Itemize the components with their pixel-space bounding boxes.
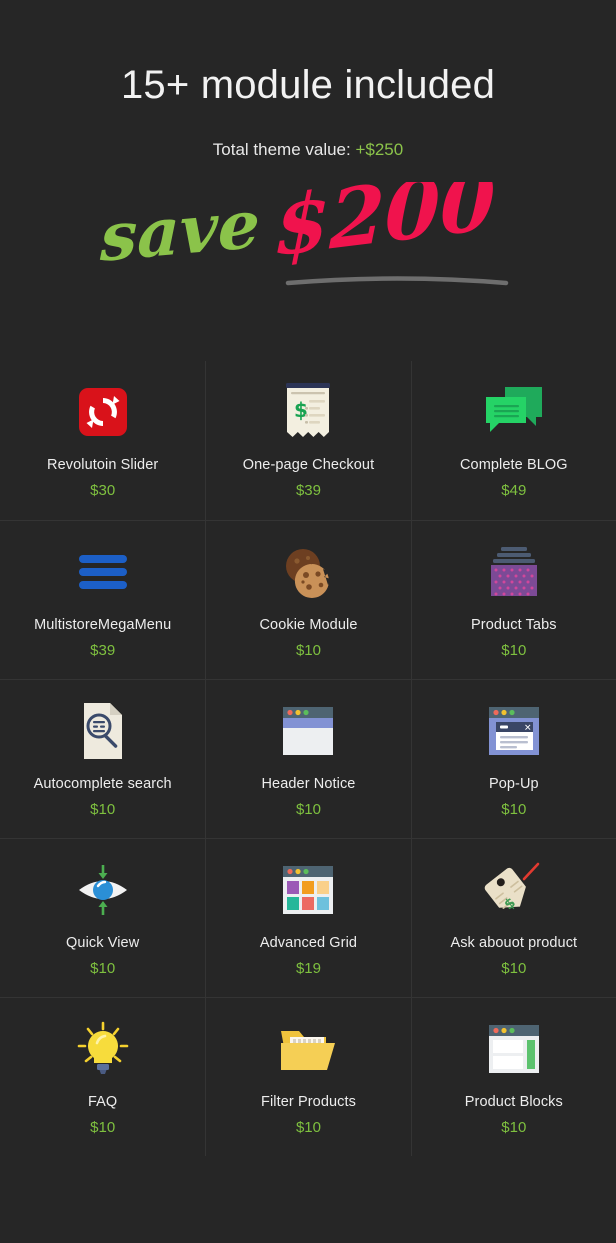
module-name: Advanced Grid <box>259 935 358 951</box>
cookie-icon <box>276 540 340 604</box>
module-name: Product Tabs <box>471 617 557 633</box>
browser-popup-icon: ✕ <box>482 699 546 763</box>
module-price: $10 <box>501 960 527 977</box>
module-price: $19 <box>295 960 321 977</box>
hero-section: 15+ module included Total theme value: +… <box>0 0 616 302</box>
folder-icon <box>276 1017 340 1081</box>
module-name: Header Notice <box>261 776 356 792</box>
module-tile[interactable]: Complete BLOG $49 <box>410 361 616 520</box>
module-name: Cookie Module <box>259 617 358 633</box>
speech-bubbles-icon <box>482 380 546 444</box>
tabs-stack-icon <box>482 540 546 604</box>
module-tile[interactable]: $ One-page Checkout $39 <box>205 361 410 520</box>
module-tile[interactable]: Cookie Module $10 <box>205 520 411 679</box>
lightbulb-icon <box>71 1017 135 1081</box>
module-tile[interactable]: Header Notice $10 <box>205 679 411 838</box>
module-grid: Revolutoin Slider $30 $ One-page Checkou… <box>0 361 616 1156</box>
module-price: $39 <box>90 642 116 659</box>
module-tile[interactable]: FAQ $10 <box>0 997 206 1156</box>
module-price: $10 <box>90 960 116 977</box>
document-search-icon <box>71 699 135 763</box>
svg-text:$: $ <box>294 398 308 422</box>
module-price: $10 <box>90 801 116 818</box>
eye-arrows-icon <box>71 858 135 922</box>
module-name: FAQ <box>88 1094 118 1110</box>
browser-grid-icon <box>276 858 340 922</box>
module-price: $49 <box>501 482 527 499</box>
save-amount-text: $200 <box>274 182 497 274</box>
module-tile[interactable]: MultistoreMegaMenu $39 <box>0 520 206 679</box>
module-tile[interactable]: Autocomplete search $10 <box>0 679 206 838</box>
module-tile[interactable]: Product Tabs $10 <box>410 520 616 679</box>
module-tile[interactable]: Product Blocks $10 <box>410 997 616 1156</box>
module-name: Quick View <box>66 935 140 951</box>
underline-swoosh <box>285 276 509 286</box>
module-price: $10 <box>295 1119 321 1136</box>
page-title: 15+ module included <box>120 63 496 107</box>
module-name: Complete BLOG <box>459 457 568 473</box>
browser-blocks-icon <box>482 1017 546 1081</box>
save-word-text: save <box>99 185 261 277</box>
theme-value-line: Total theme value: +$250 <box>0 140 616 160</box>
refresh-slider-icon <box>71 380 135 444</box>
module-tile[interactable]: ✕ Pop-Up $10 <box>410 679 616 838</box>
module-name: MultistoreMegaMenu <box>34 617 172 633</box>
module-price: $10 <box>501 1119 527 1136</box>
module-price: $39 <box>295 482 321 499</box>
module-price: $10 <box>295 642 321 659</box>
module-tile[interactable]: Revolutoin Slider $30 <box>0 361 205 520</box>
module-tile[interactable]: Advanced Grid $19 <box>205 838 411 997</box>
module-name: Filter Products <box>261 1094 356 1110</box>
module-name: Revolutoin Slider <box>47 457 159 473</box>
module-price: $10 <box>501 642 527 659</box>
save-banner: save $200 <box>0 182 616 302</box>
module-tile[interactable]: $ Ask abouot product $10 <box>410 838 616 997</box>
receipt-icon: $ <box>276 380 340 444</box>
browser-notice-icon <box>276 699 340 763</box>
module-tile[interactable]: Quick View $10 <box>0 838 206 997</box>
module-tile[interactable]: Filter Products $10 <box>205 997 411 1156</box>
module-name: Pop-Up <box>488 776 539 792</box>
theme-value-amount: +$250 <box>355 140 404 159</box>
module-name: One-page Checkout <box>242 457 375 473</box>
theme-value-label: Total theme value: <box>212 140 351 159</box>
price-tag-icon: $ <box>482 858 546 922</box>
module-name: Autocomplete search <box>33 776 172 792</box>
save-graphic: save $200 <box>99 182 509 286</box>
module-name: Ask abouot product <box>450 935 578 951</box>
hamburger-menu-icon <box>71 540 135 604</box>
module-name: Product Blocks <box>464 1094 563 1110</box>
module-price: $30 <box>90 482 116 499</box>
module-price: $10 <box>295 801 321 818</box>
module-price: $10 <box>90 1119 116 1136</box>
module-price: $10 <box>501 801 527 818</box>
promo-page: 15+ module included Total theme value: +… <box>0 0 616 1243</box>
